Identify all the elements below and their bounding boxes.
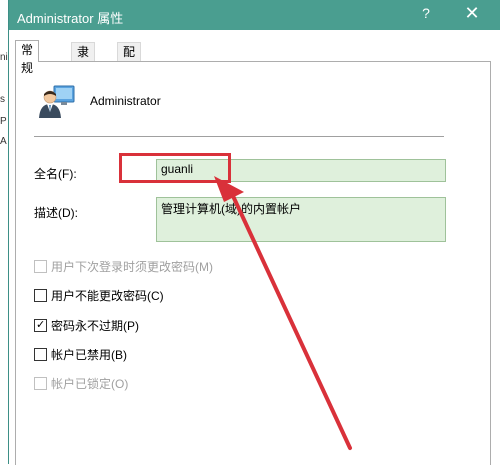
- tab-general[interactable]: 常规: [15, 40, 40, 75]
- annotation-arrow: [214, 176, 352, 450]
